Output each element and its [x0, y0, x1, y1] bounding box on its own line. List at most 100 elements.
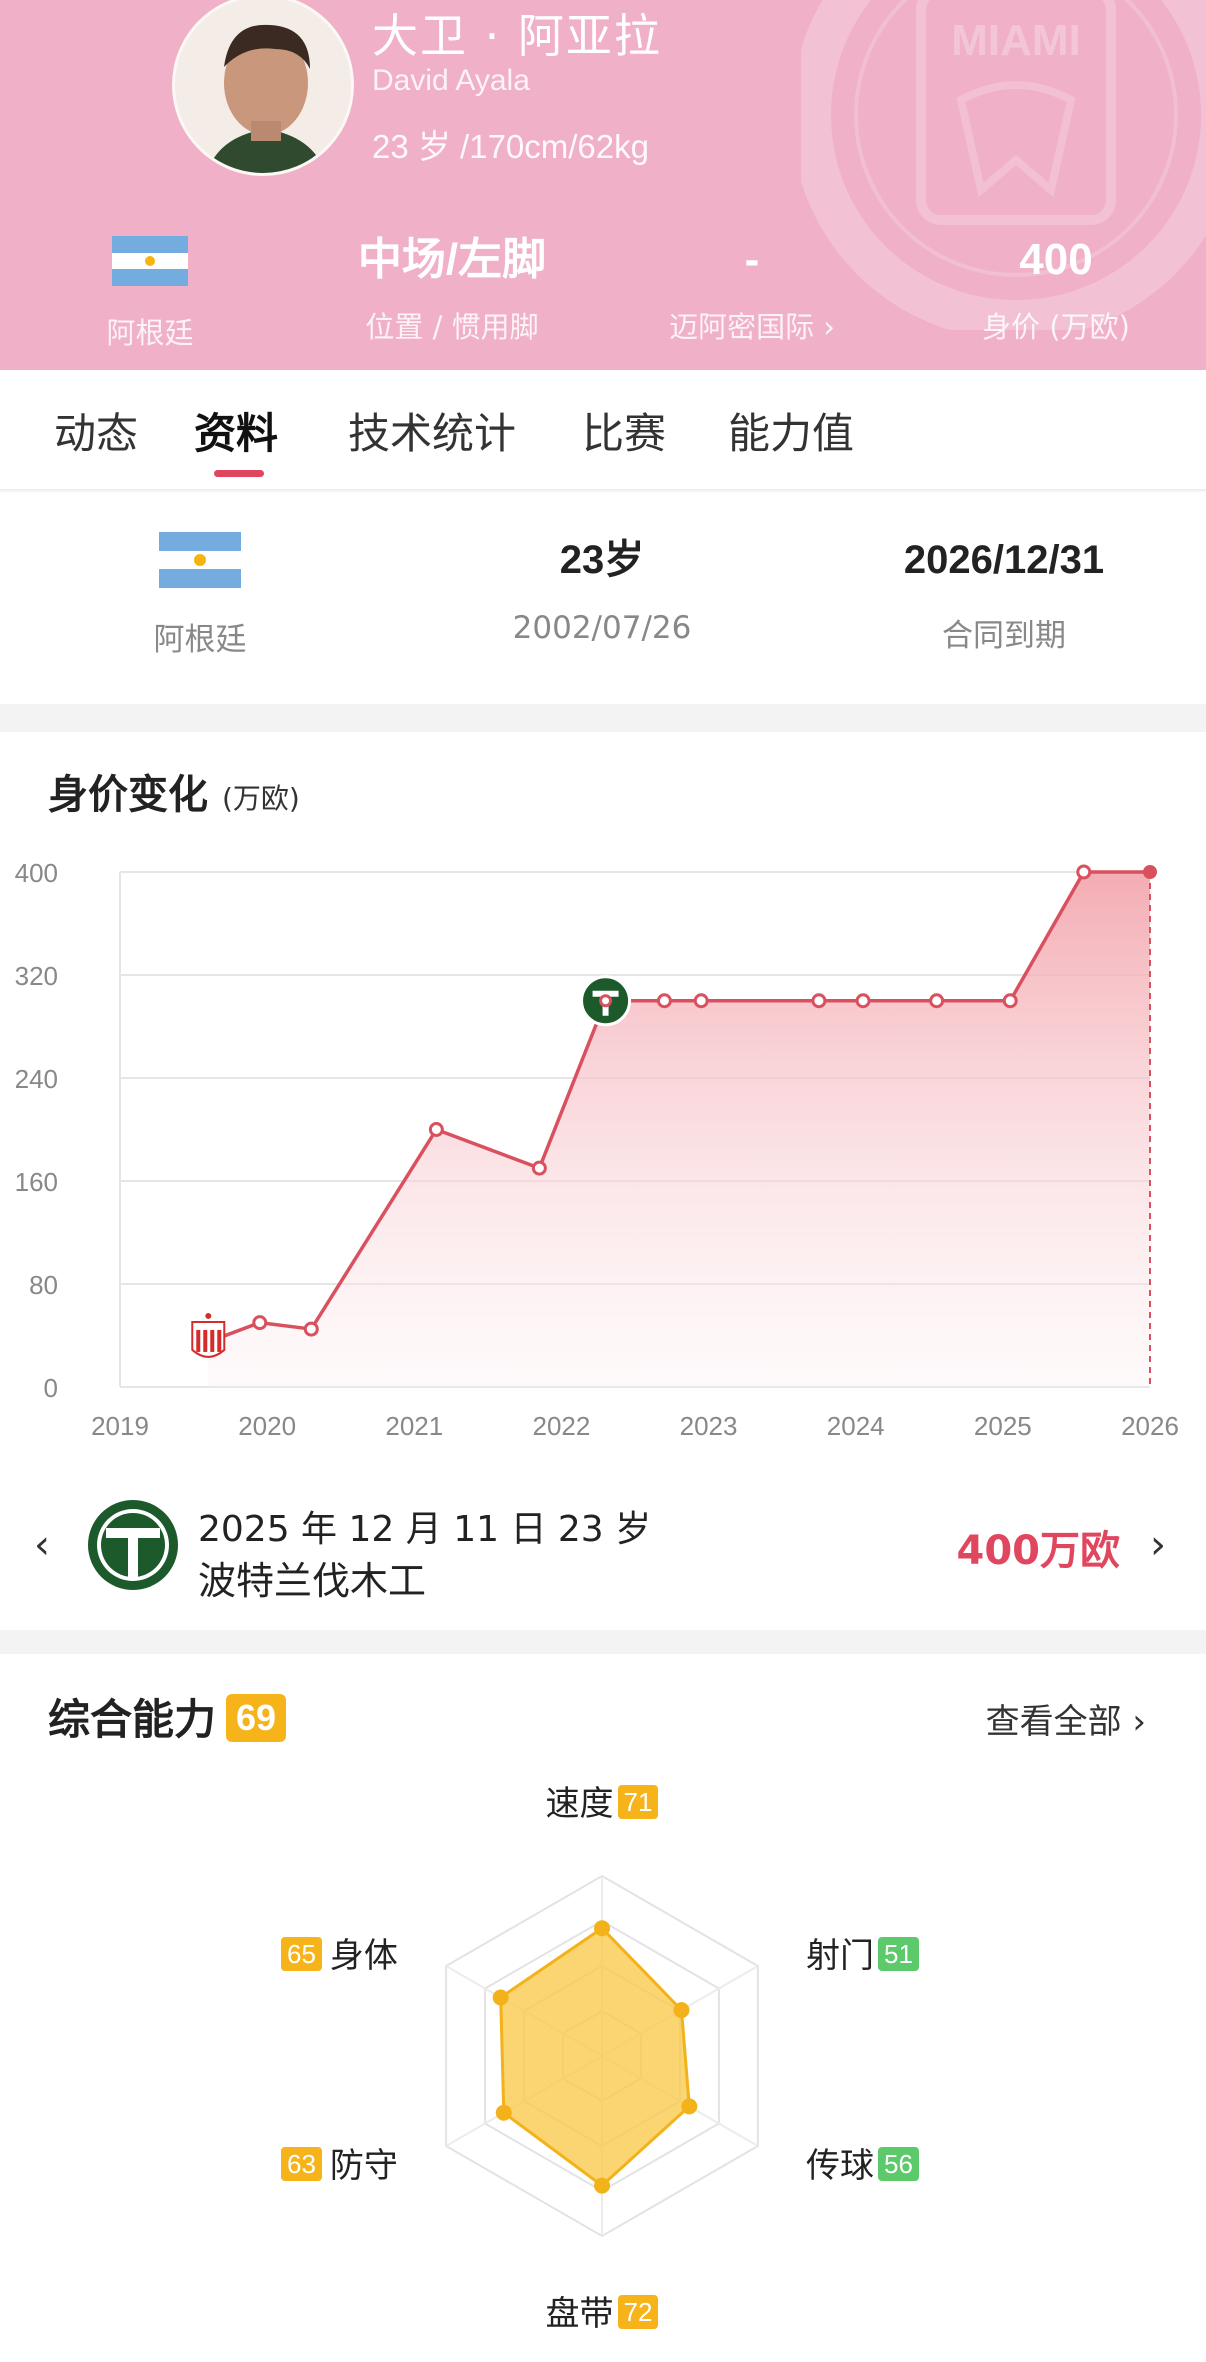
- x-tick-label: 2024: [827, 1411, 885, 1441]
- tab-ability[interactable]: 能力值: [728, 400, 854, 461]
- next-arrow[interactable]: ›: [1150, 1522, 1166, 1568]
- tab-bar: 动态 资料 技术统计 比赛 能力值: [0, 370, 1206, 490]
- stat-label: 阿根廷: [106, 316, 194, 350]
- data-point: [693, 993, 709, 1009]
- transfer-value: 400万欧: [956, 1528, 1121, 1574]
- info-value: 2026/12/31: [903, 538, 1105, 582]
- radar-value-area: [499, 1926, 691, 2188]
- transfer-date: 2025 年 12 月 11 日 23 岁: [198, 1509, 652, 1550]
- x-tick-label: 2025: [974, 1411, 1032, 1441]
- stat-club[interactable]: - 迈阿密国际 ›: [602, 230, 902, 346]
- y-tick-label: 160: [15, 1167, 58, 1197]
- basic-info: 阿根廷 23岁 2002/07/26 2026/12/31 合同到期: [0, 492, 1206, 704]
- tab-matches[interactable]: 比赛: [582, 400, 666, 461]
- attribute-name: 身体: [329, 1936, 398, 1976]
- info-nationality: 阿根廷: [0, 532, 400, 659]
- stat-market-value: 400 身价 (万欧): [906, 230, 1206, 346]
- radar-label: 盘带 72: [546, 2286, 659, 2335]
- radar-label: 传球 56: [806, 2138, 919, 2187]
- info-age: 23岁 2002/07/26: [402, 532, 802, 646]
- attribute-score-badge: 63: [281, 2147, 322, 2181]
- data-point: [428, 1122, 444, 1137]
- radar-value-point: [594, 2177, 610, 2194]
- radar-label: 63 防守: [281, 2138, 398, 2187]
- value-area: [208, 872, 1151, 1387]
- player-name-en: David Ayala: [372, 64, 530, 97]
- y-tick-label: 400: [15, 858, 58, 888]
- radar-value-point: [495, 2104, 512, 2121]
- player-bio: 23 岁 /170cm/62kg: [372, 128, 649, 165]
- attribute-name: 速度: [545, 1784, 614, 1824]
- chart-unit: (万欧): [221, 782, 300, 815]
- attribute-name: 传球: [806, 2146, 874, 2186]
- chart-title: 身价变化: [48, 772, 208, 818]
- radar-label: 65 身体: [281, 1928, 398, 1977]
- radar-value-point: [673, 2002, 690, 2019]
- crest-text: MIAMI: [951, 16, 1081, 65]
- x-tick-label: 2022: [533, 1411, 591, 1441]
- data-point: [656, 993, 672, 1009]
- x-tick-label: 2023: [680, 1411, 738, 1441]
- radar-value-point: [492, 1989, 509, 2006]
- market-value-chart: 0 80 160 240 320 400 2019 2020 2021 2022 2023 2024 2…: [15, 858, 1179, 1441]
- attribute-score-badge: 65: [281, 1937, 322, 1971]
- market-value-title: 身价变化 (万欧): [48, 762, 300, 820]
- market-value-card: 身价变化 (万欧) 0 80 160 240 320 400 2019 2020 2021 202…: [0, 732, 1206, 1630]
- stat-label: 身价 (万欧): [982, 310, 1130, 344]
- ability-card: 综合能力 69 查看全部 › 速度 71 射门 51 传球 56 盘带 72 63 防守 65 身体: [0, 1654, 1206, 2362]
- x-tick-label: 2026: [1121, 1411, 1179, 1441]
- latest-transfer: ‹ 2025 年 12 月 11 日 23 岁 波特兰伐木工 400万欧 ›: [0, 1492, 1206, 1612]
- stat-value: 中场/左脚: [357, 235, 547, 284]
- club-link[interactable]: 迈阿密国际 ›: [602, 304, 902, 346]
- stat-label: 位置 / 惯用脚: [365, 310, 539, 344]
- y-tick-label: 240: [15, 1064, 58, 1094]
- data-point: [811, 993, 827, 1009]
- player-avatar: [172, 0, 354, 176]
- stat-position: 中场/左脚 位置 / 惯用脚: [302, 230, 602, 346]
- estudiantes-logo: [191, 1312, 226, 1358]
- attribute-name: 射门: [806, 1936, 874, 1976]
- data-point: [929, 993, 945, 1009]
- argentina-flag-icon: [112, 236, 188, 286]
- attribute-score-badge: 56: [878, 2147, 919, 2181]
- info-label: 合同到期: [942, 618, 1066, 654]
- tab-feed[interactable]: 动态: [54, 400, 138, 461]
- stat-value: -: [744, 235, 760, 284]
- info-label: 阿根廷: [153, 622, 247, 658]
- attribute-score-badge: 51: [878, 1937, 919, 1971]
- player-name-cn: 大卫 · 阿亚拉: [372, 9, 662, 63]
- ability-radar-chart: [445, 1874, 759, 2238]
- radar-label: 射门 51: [806, 1928, 919, 1977]
- transfer-club: 波特兰伐木工: [198, 1559, 427, 1603]
- stat-value: 400: [1019, 235, 1093, 284]
- data-point: [855, 993, 871, 1009]
- info-label: 2002/07/26: [512, 610, 692, 646]
- attribute-score-badge: 71: [617, 1785, 659, 1819]
- data-point: [531, 1160, 547, 1176]
- radar-value-point: [594, 1920, 610, 1937]
- tab-stats[interactable]: 技术统计: [348, 400, 516, 461]
- portland-timbers-logo: [88, 1500, 178, 1590]
- y-tick-label: 80: [29, 1270, 58, 1300]
- data-point: [252, 1315, 268, 1331]
- x-tick-label: 2021: [385, 1411, 443, 1441]
- data-point: [303, 1321, 319, 1337]
- stat-nationality: 阿根廷: [0, 230, 300, 352]
- data-point: [1076, 864, 1092, 880]
- player-header: MIAMI 大卫 · 阿亚拉 David Ayala 23 岁 /170cm/6…: [0, 0, 1206, 370]
- radar-value-point: [681, 2098, 698, 2115]
- x-tick-label: 2020: [238, 1411, 296, 1441]
- data-point-current: [1143, 865, 1157, 879]
- prev-arrow[interactable]: ‹: [34, 1522, 50, 1568]
- x-tick-label: 2019: [91, 1411, 149, 1441]
- attribute-score-badge: 72: [617, 2295, 659, 2329]
- attribute-name: 盘带: [545, 2294, 614, 2334]
- tab-profile[interactable]: 资料: [194, 400, 278, 461]
- argentina-flag-icon: [159, 532, 241, 588]
- radar-label: 速度 71: [546, 1776, 659, 1825]
- data-point: [1002, 993, 1018, 1009]
- y-tick-label: 320: [15, 961, 58, 991]
- info-value: 23岁: [559, 538, 645, 582]
- active-tab-indicator: [214, 470, 264, 477]
- info-contract: 2026/12/31 合同到期: [804, 532, 1204, 655]
